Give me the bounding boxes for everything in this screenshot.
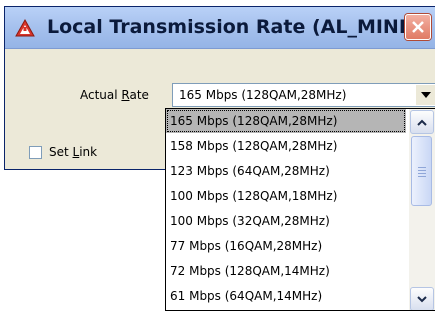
list-item[interactable]: 100 Mbps (32QAM,28MHz) [166, 209, 406, 233]
combobox-dropdown-button[interactable] [416, 85, 435, 105]
label-suffix: ink [79, 145, 98, 159]
label-prefix: Set [49, 145, 73, 159]
actual-rate-combobox[interactable]: 165 Mbps (128QAM,28MHz) [172, 83, 435, 107]
list-item[interactable]: 61 Mbps (64QAM,14MHz) [166, 284, 406, 308]
scroll-down-button[interactable] [410, 287, 434, 310]
grip-line [418, 176, 426, 177]
list-item[interactable]: 77 Mbps (16QAM,28MHz) [166, 234, 406, 258]
chevron-down-icon [417, 296, 427, 303]
combobox-value: 165 Mbps (128QAM,28MHz) [179, 88, 347, 102]
close-button[interactable] [405, 14, 431, 40]
list-item[interactable]: 100 Mbps (128QAM,18MHz) [166, 184, 406, 208]
chevron-up-icon [417, 119, 427, 126]
label-accelerator: R [121, 88, 130, 102]
set-link-checkbox[interactable] [29, 146, 42, 159]
scroll-thumb[interactable] [411, 136, 432, 206]
grip-line [418, 173, 426, 174]
grip-line [418, 170, 426, 171]
set-link-label[interactable]: Set Link [49, 145, 97, 159]
scroll-up-button[interactable] [410, 110, 434, 134]
close-icon [412, 21, 424, 33]
dropdown-scrollbar[interactable] [409, 109, 435, 310]
list-item[interactable]: 72 Mbps (128QAM,14MHz) [166, 259, 406, 283]
actual-rate-label: Actual Rate [80, 88, 149, 102]
grip-line [418, 167, 426, 168]
chevron-down-icon [421, 92, 431, 98]
label-suffix: ate [129, 88, 149, 102]
rate-dropdown-list: 165 Mbps (128QAM,28MHz) 158 Mbps (128QAM… [165, 108, 435, 311]
list-item[interactable]: 165 Mbps (128QAM,28MHz) [166, 109, 406, 133]
list-item[interactable]: 123 Mbps (64QAM,28MHz) [166, 159, 406, 183]
title-bar[interactable]: Local Transmission Rate (AL_MINI) [5, 7, 435, 49]
label-prefix: Actual [80, 88, 122, 102]
list-item[interactable]: 158 Mbps (128QAM,28MHz) [166, 134, 406, 158]
warning-triangle-icon [15, 18, 35, 37]
window-title: Local Transmission Rate (AL_MINI) [47, 16, 415, 38]
